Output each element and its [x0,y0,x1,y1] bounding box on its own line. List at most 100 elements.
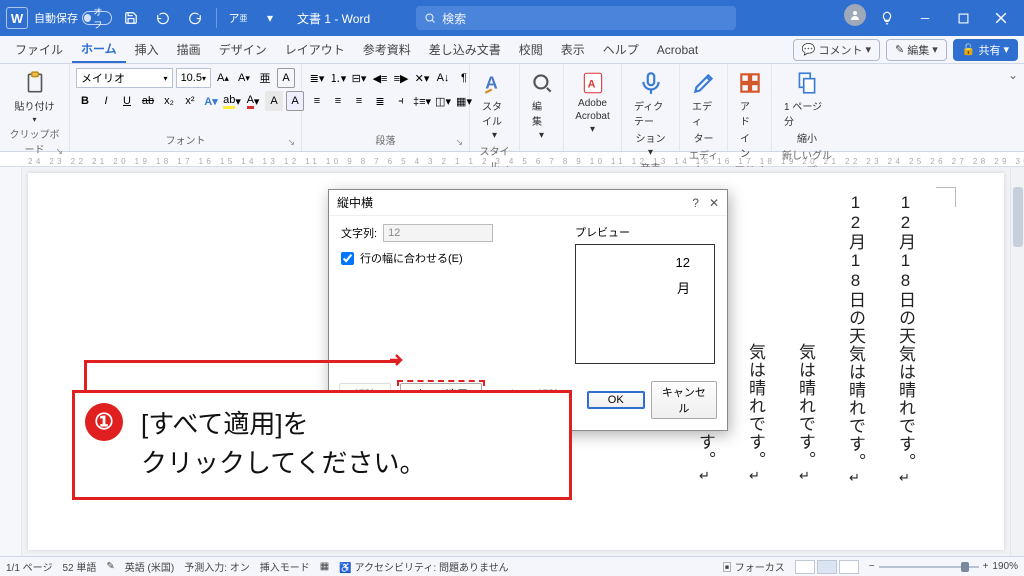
status-language[interactable]: 英語 (米国) [125,559,174,574]
align-right-icon[interactable]: ≡ [350,91,368,111]
help-lightbulb-icon[interactable] [870,4,904,32]
bold-button[interactable]: B [76,91,94,111]
font-launcher-icon[interactable]: ↘ [287,137,295,148]
status-macro-icon[interactable]: ▦ [320,561,329,572]
maximize-button[interactable] [946,4,980,32]
zoom-percent[interactable]: 190% [992,561,1018,572]
phonetic-guide-icon[interactable]: 亜 [256,68,274,88]
close-button[interactable] [984,4,1018,32]
justify-icon[interactable]: ≣ [371,91,389,111]
bullets-icon[interactable]: ≣▾ [308,68,326,88]
vertical-ruler[interactable] [0,167,22,556]
tab-review[interactable]: 校閲 [510,36,552,63]
undo-icon[interactable] [150,5,176,31]
read-mode-view-icon[interactable] [795,560,815,574]
ribbon-collapse-icon[interactable]: ⌄ [1002,64,1024,151]
tab-references[interactable]: 参考資料 [354,36,420,63]
char-border-icon[interactable]: A [277,68,295,88]
shrink-one-page-button[interactable]: 1 ページ分縮小 [778,68,836,147]
tab-file[interactable]: ファイル [6,36,72,63]
text-effects-icon[interactable]: A▾ [202,91,220,111]
numbering-icon[interactable]: ⒈▾ [329,68,347,88]
qat-dropdown-icon[interactable]: ▾ [257,5,283,31]
char-shading-icon[interactable]: A [265,91,283,111]
tab-insert[interactable]: 挿入 [126,36,168,63]
autosave-toggle[interactable]: 自動保存 オフ [34,10,112,26]
indent-inc-icon[interactable]: ≡▶ [392,68,410,88]
sort-icon[interactable]: A↓ [434,68,452,88]
status-insert-mode[interactable]: 挿入モード [260,559,310,574]
status-page[interactable]: 1/1 ページ [6,559,52,574]
font-size-combo[interactable]: 10.5▾ [176,68,211,88]
shrink-font-icon[interactable]: A▾ [235,68,253,88]
status-predict[interactable]: 予測入力: オン [184,559,250,574]
styles-button[interactable]: Aスタイル▾ [476,68,513,143]
highlight-color-icon[interactable]: ab▾ [223,91,241,111]
focus-mode-button[interactable]: ▣ フォーカス [722,559,785,574]
doc-line-4[interactable]: 気は晴れです。↵ [737,343,774,485]
save-icon[interactable] [118,5,144,31]
tab-design[interactable]: デザイン [210,36,276,63]
zoom-out-icon[interactable]: − [869,561,875,572]
multilevel-icon[interactable]: ⊟▾ [350,68,368,88]
fit-line-checkbox[interactable] [341,252,354,265]
web-layout-view-icon[interactable] [839,560,859,574]
autosave-pill[interactable]: オフ [82,11,112,25]
line-spacing-icon[interactable]: ‡≡▾ [413,91,431,111]
distribute-icon[interactable]: ⫞ [392,91,410,111]
tab-home[interactable]: ホーム [72,36,126,63]
dialog-close-icon[interactable]: ✕ [709,196,719,210]
ok-button[interactable]: OK [587,391,645,409]
subscript-button[interactable]: x₂ [160,91,178,111]
tab-view[interactable]: 表示 [552,36,594,63]
clipboard-launcher-icon[interactable]: ↘ [55,146,63,157]
doc-line-3[interactable]: 気は晴れです。↵ [787,343,824,485]
dictation-button[interactable]: ディクテーション▾ [628,68,673,160]
dialog-help-icon[interactable]: ? [692,196,699,210]
superscript-button[interactable]: x² [181,91,199,111]
tab-draw[interactable]: 描画 [168,36,210,63]
tab-layout[interactable]: レイアウト [276,36,354,63]
zoom-control[interactable]: − + 190% [869,561,1018,572]
comments-button[interactable]: 💬 コメント ▾ [793,39,880,61]
doc-line-2[interactable]: 12月18日の天気は晴れです。↵ [837,193,874,487]
zoom-slider[interactable] [879,566,979,568]
tab-mailmerge[interactable]: 差し込み文書 [420,36,510,63]
strike-button[interactable]: ab [139,91,157,111]
asian-layout-icon[interactable]: ✕▾ [413,68,431,88]
tab-help[interactable]: ヘルプ [594,36,648,63]
italic-button[interactable]: I [97,91,115,111]
align-left-icon[interactable]: ≡ [308,91,326,111]
status-accessibility[interactable]: ♿ アクセシビリティ: 問題ありません [339,559,508,574]
tab-acrobat[interactable]: Acrobat [648,36,707,63]
paragraph-launcher-icon[interactable]: ↘ [455,137,463,148]
redo-icon[interactable] [182,5,208,31]
editing-mode-button[interactable]: ✎ 編集 ▾ [886,39,947,61]
dialog-titlebar[interactable]: 縦中横 ? ✕ [329,190,727,216]
addin-button[interactable]: アドイン [734,68,765,162]
grow-font-icon[interactable]: A▴ [214,68,232,88]
share-button[interactable]: 🔓 共有 ▾ [953,39,1018,61]
acrobat-button[interactable]: AAdobeAcrobat▾ [570,68,615,137]
editor-button[interactable]: エディター [686,68,721,147]
account-avatar[interactable] [844,4,866,26]
search-box[interactable]: 検索 [416,6,736,30]
indent-dec-icon[interactable]: ◀≡ [371,68,389,88]
font-name-combo[interactable]: メイリオ▾ [76,68,173,88]
vertical-scrollbar[interactable] [1010,167,1024,556]
cancel-button[interactable]: キャンセル [651,381,717,419]
font-color-icon[interactable]: A▾ [244,91,262,111]
doc-line-1[interactable]: 12月18日の天気は晴れです。↵ [887,193,924,487]
shading-icon[interactable]: ◫▾ [434,91,452,111]
status-spellcheck-icon[interactable]: ✎ [106,561,114,572]
editing-button[interactable]: 編集▾ [526,68,557,143]
underline-button[interactable]: U [118,91,136,111]
paste-button[interactable]: 貼り付け▾ [6,68,63,126]
print-layout-view-icon[interactable] [817,560,837,574]
zoom-in-icon[interactable]: + [983,561,989,572]
align-center-icon[interactable]: ≡ [329,91,347,111]
status-wordcount[interactable]: 52 単語 [62,559,96,574]
minimize-button[interactable]: ─ [908,4,942,32]
scrollbar-thumb[interactable] [1013,187,1023,247]
qat-text-icon[interactable]: ア亜 [225,5,251,31]
